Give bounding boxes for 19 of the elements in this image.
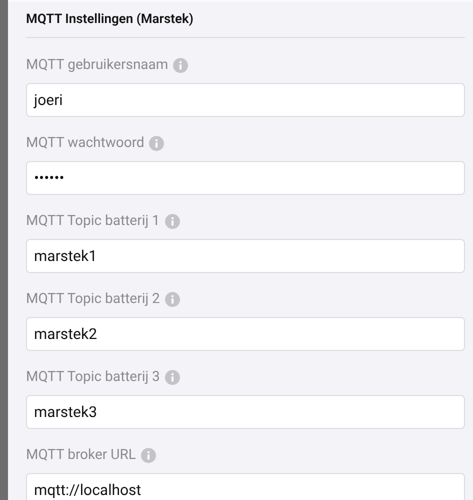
input-field[interactable]: joeri xyxy=(26,83,465,117)
input-field[interactable]: mqtt://localhost xyxy=(26,473,465,500)
input-field[interactable]: •••••• xyxy=(26,161,465,195)
info-icon[interactable] xyxy=(164,292,180,306)
section-title: MQTT Instellingen (Marstek) xyxy=(26,11,194,29)
field-label: MQTT gebruikersnaam xyxy=(26,56,168,74)
info-icon[interactable] xyxy=(164,214,180,228)
input-field[interactable]: marstek1 xyxy=(26,239,465,273)
info-icon[interactable] xyxy=(149,136,164,150)
input-field[interactable]: marstek2 xyxy=(26,317,465,351)
info-icon[interactable] xyxy=(173,58,188,72)
info-icon[interactable] xyxy=(164,370,180,384)
field-label: MQTT wachtwoord xyxy=(26,134,144,152)
info-icon[interactable] xyxy=(140,448,156,462)
field-label: MQTT broker URL xyxy=(26,446,136,464)
input-field[interactable]: marstek3 xyxy=(26,395,465,429)
field-label: MQTT Topic batterij 2 xyxy=(26,290,160,308)
field-label: MQTT Topic batterij 3 xyxy=(26,368,160,386)
field-label: MQTT Topic batterij 1 xyxy=(26,212,160,230)
